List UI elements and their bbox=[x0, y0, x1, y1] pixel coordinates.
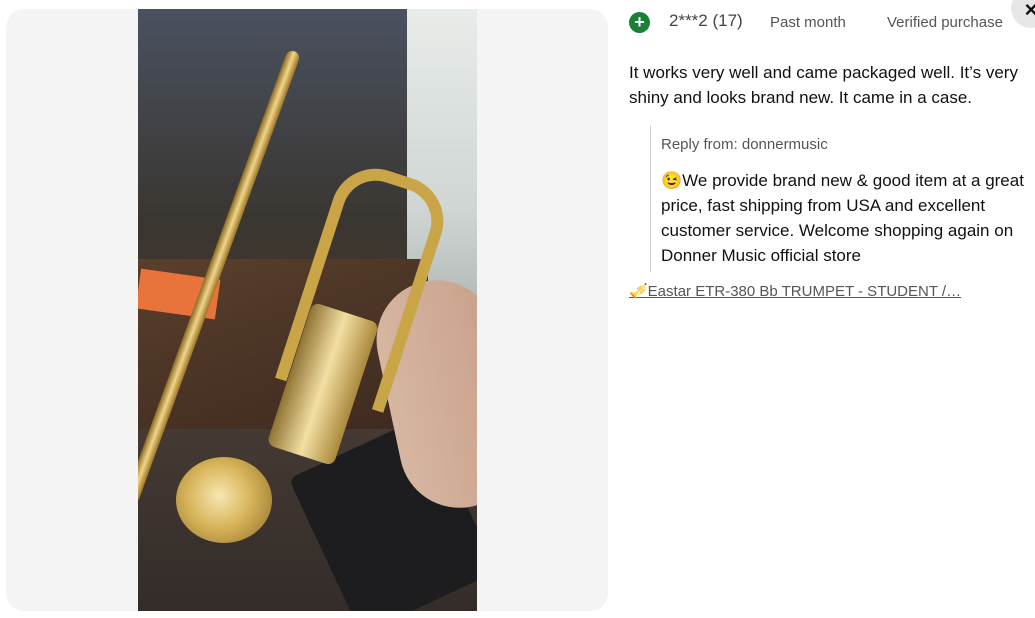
verified-purchase-label: Verified purchase bbox=[887, 14, 1003, 31]
product-link[interactable]: 🎺Eastar ETR-380 Bb TRUMPET - STUDENT /… bbox=[629, 282, 989, 300]
reviewer-name: 2***2 (17) bbox=[669, 11, 743, 30]
review-text: It works very well and came packaged wel… bbox=[629, 63, 1018, 107]
review-header: + 2***2 (17) Past month Verified purchas… bbox=[629, 10, 1035, 34]
close-icon: × bbox=[1024, 0, 1035, 22]
review-image-panel bbox=[6, 9, 608, 611]
review-date: Past month bbox=[770, 14, 846, 31]
review-photo bbox=[138, 9, 477, 611]
reply-text: 😉We provide brand new & good item at a g… bbox=[661, 171, 1024, 265]
seller-reply: Reply from: donnermusic 😉We provide bran… bbox=[650, 126, 1035, 272]
trumpet-bell bbox=[176, 457, 272, 543]
reply-from-label: Reply from: donnermusic bbox=[661, 136, 828, 153]
plus-circle-icon[interactable]: + bbox=[629, 12, 650, 33]
